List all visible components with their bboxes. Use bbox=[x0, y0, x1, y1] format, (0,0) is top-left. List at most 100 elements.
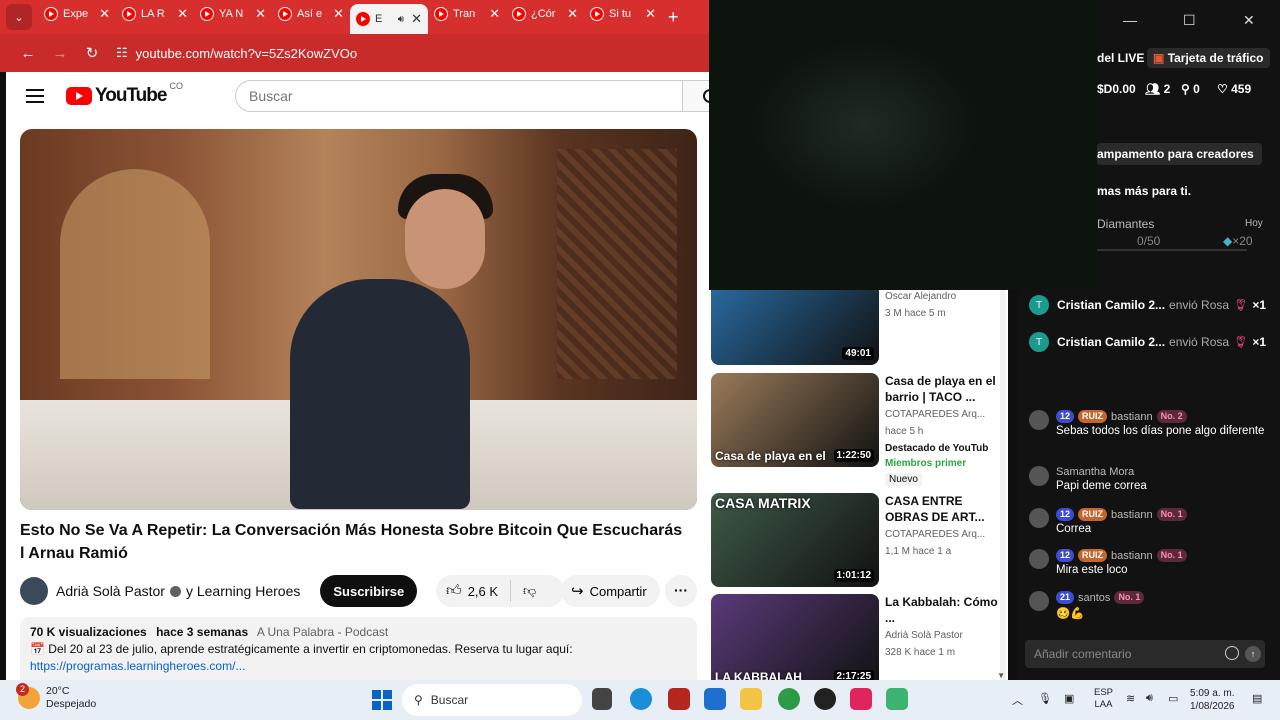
avatar[interactable] bbox=[1029, 410, 1049, 430]
recommended-video[interactable]: LA KABBALAH 2:17:25 La Kabbalah: Cómo ... A… bbox=[711, 594, 1007, 680]
tab-close-icon[interactable]: ✕ bbox=[411, 11, 422, 27]
chat-user[interactable]: Samantha Mora bbox=[1056, 466, 1134, 478]
site-info-icon[interactable]: ☷ bbox=[116, 45, 128, 61]
avatar[interactable]: T bbox=[1029, 332, 1049, 352]
chrome-icon[interactable] bbox=[778, 688, 800, 710]
tab-close-icon[interactable]: ✕ bbox=[489, 6, 500, 22]
video-thumbnail[interactable]: 49:01 bbox=[711, 290, 879, 365]
floating-video-window[interactable] bbox=[709, 0, 1097, 290]
tab-search-chevron-icon[interactable]: ⌄ bbox=[6, 4, 32, 30]
task-view-icon[interactable] bbox=[592, 688, 612, 710]
recommended-title[interactable]: La Kabbalah: Cómo ... bbox=[885, 594, 1003, 626]
recommended-channel[interactable]: Oscar Alejandro bbox=[885, 290, 1003, 304]
taskbar-search[interactable]: ⚲ Buscar bbox=[402, 684, 582, 716]
comment-input[interactable]: Añadir comentario ↑ bbox=[1025, 640, 1265, 668]
browser-tab[interactable]: ¿Cór ✕ bbox=[506, 0, 584, 28]
scrollbar[interactable] bbox=[1000, 290, 1006, 680]
folder-icon[interactable] bbox=[740, 688, 762, 710]
creator-camp-chip[interactable]: ampamento para creadores bbox=[1097, 143, 1262, 165]
volume-icon[interactable]: 🔊︎ bbox=[1146, 692, 1153, 705]
chat-user[interactable]: bastiann bbox=[1111, 411, 1153, 423]
avatar[interactable] bbox=[1029, 466, 1049, 486]
like-button[interactable]: 👍︎ 2,6 K bbox=[436, 580, 512, 602]
app-icon-green[interactable] bbox=[886, 688, 908, 710]
app-icon-red[interactable] bbox=[668, 688, 690, 710]
tray-app-icon[interactable]: ▣ bbox=[1064, 692, 1074, 705]
tab-close-icon[interactable]: ✕ bbox=[333, 6, 344, 22]
video-player[interactable] bbox=[20, 129, 697, 510]
close-icon[interactable]: ✕ bbox=[1243, 12, 1255, 29]
youtube-logo[interactable]: YouTube CO bbox=[66, 81, 183, 107]
more-actions-button[interactable]: ··· bbox=[665, 575, 697, 607]
video-thumbnail[interactable]: LA KABBALAH 2:17:25 bbox=[711, 594, 879, 680]
recommended-channel[interactable]: Adrià Solà Pastor bbox=[885, 629, 1003, 643]
edge-icon[interactable] bbox=[630, 688, 652, 710]
reload-icon[interactable]: ↻ bbox=[78, 44, 106, 62]
browser-tab[interactable]: Tran ✕ bbox=[428, 0, 506, 28]
scroll-down-icon[interactable]: ▼ bbox=[997, 671, 1005, 680]
tab-close-icon[interactable]: ✕ bbox=[255, 6, 266, 22]
menu-icon[interactable] bbox=[26, 89, 44, 103]
emoji-icon[interactable] bbox=[1225, 646, 1239, 660]
send-icon[interactable]: ↑ bbox=[1245, 646, 1261, 662]
avatar[interactable] bbox=[1029, 549, 1049, 569]
traffic-card-button[interactable]: ▣ Tarjeta de tráfico bbox=[1147, 48, 1270, 68]
browser-tab[interactable]: E 🔊︎ ✕ bbox=[350, 4, 428, 34]
browser-tab[interactable]: Si tu ✕ bbox=[584, 0, 662, 28]
search-icon[interactable] bbox=[682, 80, 709, 112]
store-icon[interactable] bbox=[704, 688, 726, 710]
recommended-video[interactable]: Casa de playa en el 1:22:50 Casa de playa … bbox=[711, 373, 1007, 486]
tiktok-icon[interactable] bbox=[850, 688, 872, 710]
tab-close-icon[interactable]: ✕ bbox=[645, 6, 656, 22]
channel-name[interactable]: Adrià Solà Pastor bbox=[56, 583, 165, 599]
browser-tab[interactable]: Expe ✕ bbox=[38, 0, 116, 28]
tab-close-icon[interactable]: ✕ bbox=[99, 6, 110, 22]
chat-user[interactable]: bastiann bbox=[1111, 550, 1153, 562]
avatar[interactable] bbox=[1029, 591, 1049, 611]
app-icon-dark[interactable] bbox=[814, 688, 836, 710]
channel-avatar[interactable] bbox=[20, 577, 48, 605]
subscribe-button[interactable]: Suscribirse bbox=[320, 575, 418, 607]
tab-close-icon[interactable]: ✕ bbox=[177, 6, 188, 22]
recommended-channel[interactable]: COTAPAREDES Arq... bbox=[885, 528, 1003, 542]
avatar[interactable] bbox=[1029, 508, 1049, 528]
wifi-icon[interactable]: ≋ bbox=[1126, 692, 1135, 705]
description-box[interactable]: 70 K visualizaciones hace 3 semanas A Un… bbox=[20, 617, 697, 680]
notification-icon[interactable]: ▤ bbox=[1252, 692, 1262, 705]
microphone-icon[interactable]: 🎙︎ bbox=[1038, 692, 1052, 705]
recommended-video[interactable]: 49:01de los ...Oscar Alejandro3 M hace 5… bbox=[711, 290, 1007, 367]
start-icon[interactable] bbox=[372, 690, 392, 710]
recommended-channel[interactable]: COTAPAREDES Arq... bbox=[885, 408, 1003, 422]
battery-icon[interactable]: ▭ bbox=[1168, 692, 1178, 705]
recommended-title[interactable]: CASA ENTRE OBRAS DE ART... bbox=[885, 493, 1003, 525]
new-tab-button[interactable]: + bbox=[668, 7, 679, 28]
tab-close-icon[interactable]: ✕ bbox=[567, 6, 578, 22]
playlist-tag[interactable]: A Una Palabra - Podcast bbox=[257, 625, 388, 639]
share-button[interactable]: ↪ Compartir bbox=[561, 575, 660, 607]
browser-tab[interactable]: YA N ✕ bbox=[194, 0, 272, 28]
gift-sender[interactable]: Cristian Camilo 2... bbox=[1057, 335, 1165, 349]
avatar[interactable]: T bbox=[1029, 295, 1049, 315]
recommended-title[interactable]: Casa de playa en el barrio | TACO ... bbox=[885, 373, 1003, 405]
weather-widget[interactable]: 2 20°C Despejado bbox=[16, 683, 96, 711]
language-indicator[interactable]: ESP LAA bbox=[1094, 687, 1113, 711]
forward-arrow-icon[interactable]: → bbox=[46, 45, 74, 62]
chat-user[interactable]: santos bbox=[1078, 592, 1110, 604]
video-thumbnail[interactable]: Casa de playa en el 1:22:50 bbox=[711, 373, 879, 467]
browser-tab[interactable]: Así e ✕ bbox=[272, 0, 350, 28]
browser-tab[interactable]: LA R ✕ bbox=[116, 0, 194, 28]
tray-chevron-icon[interactable]: ︿ bbox=[1012, 692, 1023, 708]
chat-user[interactable]: bastiann bbox=[1111, 509, 1153, 521]
dislike-button[interactable]: 👎︎ bbox=[511, 583, 536, 599]
channel-collab[interactable]: y Learning Heroes bbox=[186, 583, 300, 599]
description-link[interactable]: https://programas.learningheroes.com/... bbox=[30, 659, 687, 673]
search-input[interactable]: Buscar bbox=[235, 80, 683, 112]
url-field[interactable]: youtube.com/watch?v=5Zs2KowZVOo bbox=[136, 46, 357, 61]
clock[interactable]: 5:09 a. m. 1/08/2026 bbox=[1190, 687, 1235, 713]
minimize-icon[interactable]: — bbox=[1123, 12, 1137, 28]
recommended-video[interactable]: CASA MATRIX 1:01:12 CASA ENTRE OBRAS DE AR… bbox=[711, 493, 1007, 589]
speaker-icon[interactable]: 🔊︎ bbox=[398, 14, 404, 25]
gift-sender[interactable]: Cristian Camilo 2... bbox=[1057, 298, 1165, 312]
video-thumbnail[interactable]: CASA MATRIX 1:01:12 bbox=[711, 493, 879, 587]
maximize-icon[interactable]: ☐ bbox=[1183, 12, 1196, 29]
